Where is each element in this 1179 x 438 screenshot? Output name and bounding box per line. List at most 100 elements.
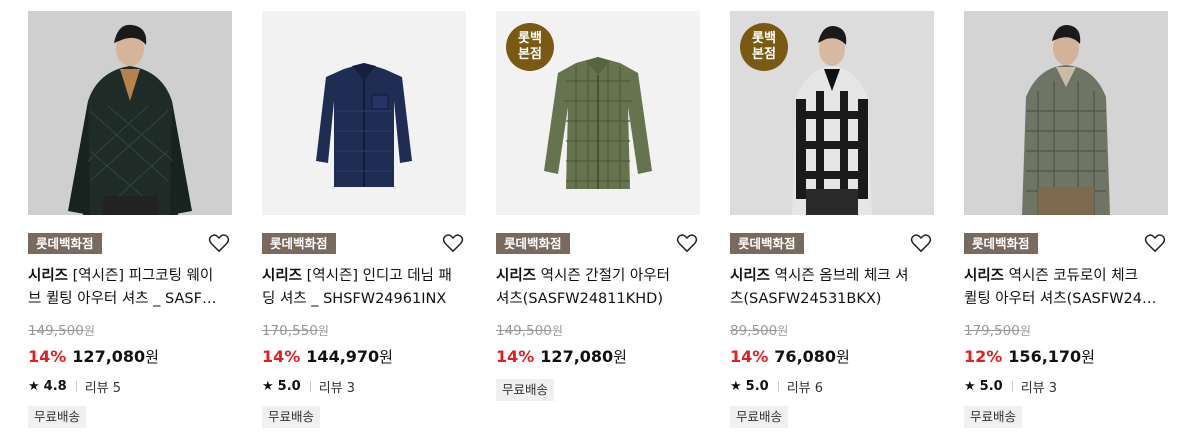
price-row: 14% 144,970원 (262, 346, 393, 367)
price-unit: 원 (145, 348, 159, 366)
review-count: 리뷰 5 (84, 381, 122, 396)
review-count: 리뷰 3 (1020, 381, 1058, 396)
rating-row: ★ 5.0 리뷰 3 (262, 377, 355, 396)
original-price-unit: 원 (83, 324, 95, 338)
title-line-1: 역시즌 간절기 아우터 (536, 268, 670, 284)
title-line-1: 역시즌 옴브레 체크 셔 (770, 268, 909, 284)
rating-row: ★ 5.0 리뷰 3 (964, 377, 1057, 396)
discount-rate: 14% (262, 347, 301, 366)
original-price-value: 89,500 (730, 323, 778, 339)
free-shipping-tag: 무료배송 (28, 406, 87, 428)
price-unit: 원 (836, 348, 850, 366)
store-tag: 롯데백화점 (964, 233, 1038, 254)
rating-row: ★ 4.8 리뷰 5 (28, 377, 121, 396)
rating-score: 4.8 (43, 379, 67, 394)
original-price-value: 170,550 (262, 323, 318, 339)
rating-row: ★ 5.0 리뷰 6 (730, 377, 823, 396)
original-price-value: 149,500 (496, 323, 552, 339)
discount-rate: 14% (28, 347, 67, 366)
price-row: 14% 127,080원 (496, 346, 627, 367)
product-image[interactable]: 롯백 본점 (730, 11, 934, 215)
title-line-2: 셔츠(SASFW24811KHD) (496, 291, 663, 307)
star-icon: ★ (262, 379, 274, 394)
original-price: 179,500원 (964, 322, 1031, 339)
product-card[interactable]: 롯백 본점 롯데백화점 시리즈 역시즌 간절기 아우터 셔츠(SASFW24811… (496, 11, 700, 438)
divider (309, 381, 311, 392)
meta-row: 롯데백화점 (28, 233, 232, 255)
brand-name: 시리즈 (730, 268, 771, 284)
meta-row: 롯데백화점 (496, 233, 700, 255)
heart-outline-icon[interactable] (442, 233, 464, 253)
badge-line-1: 롯백 (518, 31, 542, 46)
divider (1011, 381, 1013, 392)
store-tag: 롯데백화점 (730, 233, 804, 254)
free-shipping-tag: 무료배송 (496, 379, 555, 401)
store-location-badge: 롯백 본점 (506, 23, 554, 71)
store-location-badge: 롯백 본점 (740, 23, 788, 71)
free-shipping-tag: 무료배송 (262, 406, 321, 428)
title-line-1: 역시즌 코듀로이 체크 (1004, 268, 1138, 284)
product-title[interactable]: 시리즈 역시즌 코듀로이 체크 퀼팅 아우터 셔츠(SASFW24… (964, 265, 1168, 311)
star-icon: ★ (28, 379, 40, 394)
review-count: 리뷰 6 (786, 381, 824, 396)
original-price: 170,550원 (262, 322, 329, 339)
store-tag: 롯데백화점 (262, 233, 336, 254)
store-tag: 롯데백화점 (496, 233, 570, 254)
original-price-unit: 원 (777, 324, 789, 338)
price-unit: 원 (379, 348, 393, 366)
heart-outline-icon[interactable] (676, 233, 698, 253)
product-card[interactable]: 롯데백화점 시리즈 [역시즌] 인디고 데님 패 딩 셔츠 _ SHSFW249… (262, 11, 466, 438)
badge-line-2: 본점 (752, 47, 776, 62)
product-image[interactable] (28, 11, 232, 215)
price-row: 14% 127,080원 (28, 346, 159, 367)
heart-outline-icon[interactable] (910, 233, 932, 253)
rating-score: 5.0 (979, 379, 1003, 394)
product-card[interactable]: 롯백 본점 롯데백화점 시리즈 역시즌 옴브레 체크 셔 츠(SASFW24531… (730, 11, 934, 438)
title-line-2: 츠(SASFW24531BKX) (730, 291, 882, 307)
rating-score: 5.0 (277, 379, 301, 394)
review-count: 리뷰 3 (318, 381, 356, 396)
title-line-2: 퀼팅 아우터 셔츠(SASFW24… (964, 291, 1157, 307)
original-price: 149,500원 (28, 322, 95, 339)
brand-name: 시리즈 (262, 268, 303, 284)
price-row: 14% 76,080원 (730, 346, 850, 367)
rating-score: 5.0 (745, 379, 769, 394)
discount-rate: 14% (730, 347, 769, 366)
product-image[interactable]: 롯백 본점 (496, 11, 700, 215)
brand-name: 시리즈 (28, 268, 69, 284)
product-image[interactable] (262, 11, 466, 215)
original-price: 149,500원 (496, 322, 563, 339)
product-card[interactable]: 롯데백화점 시리즈 역시즌 코듀로이 체크 퀼팅 아우터 셔츠(SASFW24…… (964, 11, 1168, 438)
original-price-unit: 원 (317, 324, 329, 338)
sale-price: 76,080 (774, 347, 837, 366)
title-line-1: [역시즌] 인디고 데님 패 (302, 268, 452, 284)
sale-price: 144,970 (306, 347, 380, 366)
product-title[interactable]: 시리즈 [역시즌] 인디고 데님 패 딩 셔츠 _ SHSFW24961INX (262, 265, 466, 311)
product-grid: 롯데백화점 시리즈 [역시즌] 피그코팅 웨이 브 퀼팅 아우터 셔츠 _ SA… (0, 0, 1179, 438)
sale-price: 127,080 (72, 347, 146, 366)
title-line-2: 브 퀼팅 아우터 셔츠 _ SASF… (28, 291, 217, 307)
title-line-1: [역시즌] 피그코팅 웨이 (68, 268, 214, 284)
heart-outline-icon[interactable] (208, 233, 230, 253)
free-shipping-tag: 무료배송 (964, 406, 1023, 428)
product-title[interactable]: 시리즈 역시즌 간절기 아우터 셔츠(SASFW24811KHD) (496, 265, 700, 311)
price-unit: 원 (613, 348, 627, 366)
original-price: 89,500원 (730, 322, 788, 339)
product-title[interactable]: 시리즈 역시즌 옴브레 체크 셔 츠(SASFW24531BKX) (730, 265, 934, 311)
badge-line-1: 롯백 (752, 31, 776, 46)
sale-price: 156,170 (1008, 347, 1082, 366)
product-card[interactable]: 롯데백화점 시리즈 [역시즌] 피그코팅 웨이 브 퀼팅 아우터 셔츠 _ SA… (28, 11, 232, 438)
star-icon: ★ (964, 379, 976, 394)
badge-line-2: 본점 (518, 47, 542, 62)
sale-price: 127,080 (540, 347, 614, 366)
heart-outline-icon[interactable] (1144, 233, 1166, 253)
original-price-value: 149,500 (28, 323, 84, 339)
product-image[interactable] (964, 11, 1168, 215)
product-title[interactable]: 시리즈 [역시즌] 피그코팅 웨이 브 퀼팅 아우터 셔츠 _ SASF… (28, 265, 232, 311)
divider (777, 381, 779, 392)
meta-row: 롯데백화점 (964, 233, 1168, 255)
brand-name: 시리즈 (964, 268, 1005, 284)
star-icon: ★ (730, 379, 742, 394)
original-price-value: 179,500 (964, 323, 1020, 339)
divider (75, 381, 77, 392)
